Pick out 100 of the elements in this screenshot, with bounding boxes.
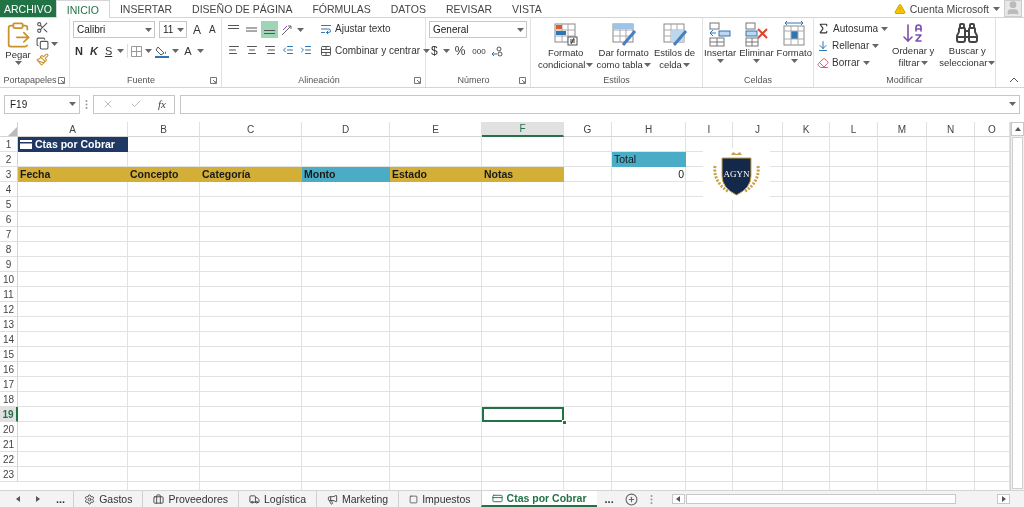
dialog-launcher-icon[interactable] (519, 77, 526, 84)
column-header[interactable]: E (390, 122, 482, 137)
paint-bucket-icon[interactable] (155, 44, 170, 58)
caret-icon (993, 6, 1000, 11)
row-header[interactable]: 14 (0, 332, 18, 347)
column-header[interactable]: C (200, 122, 302, 137)
tab-label[interactable]: Logística (264, 493, 306, 505)
shrink-font-button[interactable]: A (207, 24, 218, 35)
number-format-select[interactable]: General (429, 21, 527, 38)
column-header[interactable]: O (975, 122, 1010, 137)
column-header[interactable]: M (878, 122, 927, 137)
editing-button[interactable]: Rellenar (817, 38, 889, 53)
collapse-ribbon-icon[interactable] (1010, 77, 1018, 82)
ribbon-button[interactable]: Formato condicional (536, 21, 595, 71)
merge-center-button[interactable]: Combinar y centrar (320, 43, 431, 58)
column-header[interactable]: L (830, 122, 878, 137)
row-header[interactable]: 13 (0, 317, 18, 332)
sheet-tab[interactable]: Marketing (316, 491, 399, 507)
more-sheets[interactable]: ... (48, 491, 74, 507)
currency-button[interactable]: $ (429, 44, 440, 58)
column-header[interactable]: G (564, 122, 612, 137)
right-arrow-icon[interactable] (35, 496, 41, 502)
row-header[interactable]: 17 (0, 377, 18, 392)
borders-icon[interactable] (131, 45, 143, 57)
vertical-align-button[interactable] (261, 21, 278, 38)
row-header[interactable]: 18 (0, 392, 18, 407)
selected-cell[interactable] (482, 407, 564, 422)
left-arrow-icon[interactable] (675, 496, 682, 502)
tab-label[interactable]: Marketing (342, 493, 389, 505)
scissors-icon[interactable] (36, 21, 49, 34)
underline-button[interactable]: S (102, 45, 115, 57)
column-header[interactable]: J (733, 122, 783, 137)
ribbon-button[interactable]: Dar formato como tabla (595, 21, 652, 71)
format-cells-icon (781, 21, 808, 47)
scroll-thumb[interactable] (685, 494, 956, 504)
scroll-left-button[interactable] (671, 494, 685, 504)
cell-brush-icon (661, 21, 688, 47)
name-box[interactable]: F19 (4, 94, 80, 114)
add-sheet-icon[interactable] (625, 492, 639, 506)
menu-tab[interactable]: INICIO (55, 0, 110, 18)
row-header[interactable]: 16 (0, 362, 18, 377)
ribbon-button[interactable]: Ordenar y filtrar (891, 21, 936, 69)
scroll-up-button[interactable] (1011, 122, 1024, 136)
sheet-tab[interactable]: Impuestos (398, 491, 481, 507)
row-header[interactable]: 23 (0, 467, 18, 482)
tab-label[interactable]: Impuestos (422, 493, 471, 505)
dialog-launcher-icon[interactable] (58, 77, 65, 84)
menu-tab[interactable]: ARCHIVO (0, 0, 56, 17)
editing-button[interactable]: Autosuma (817, 21, 889, 36)
row-header[interactable]: 10 (0, 272, 18, 287)
italic-button[interactable]: K (87, 45, 100, 57)
grow-font-button[interactable]: A (191, 22, 203, 37)
column-header[interactable]: D (302, 122, 390, 137)
decimal-increase-icon[interactable] (490, 45, 503, 57)
font-select[interactable]: Calibri (73, 21, 155, 38)
column-header[interactable]: B (128, 122, 200, 137)
scroll-thumb[interactable] (1012, 137, 1023, 489)
column-header[interactable]: F (482, 122, 564, 137)
font-tint-button[interactable]: A (182, 45, 194, 57)
row-header[interactable]: 22 (0, 452, 18, 467)
column-header[interactable]: I (686, 122, 733, 137)
sheet-tab[interactable]: Logística (238, 491, 316, 507)
ribbon-button[interactable]: Estilos de celda (652, 21, 697, 71)
tab-label[interactable]: Proveedores (168, 493, 228, 505)
percent-button[interactable]: % (452, 44, 468, 58)
size-select[interactable]: 11 (159, 21, 187, 38)
fill-handle[interactable] (562, 420, 567, 425)
ribbon-button[interactable]: Formato (775, 21, 813, 63)
sheet-tab[interactable]: Gastos (73, 491, 143, 507)
row-header[interactable]: 20 (0, 422, 18, 437)
row-header[interactable]: 19 (0, 407, 18, 422)
bold-button[interactable]: N (73, 45, 85, 57)
insert-function-button[interactable]: fx (158, 98, 166, 110)
up-arrow-icon[interactable] (1014, 126, 1021, 132)
dialog-launcher-icon[interactable] (414, 77, 421, 84)
sheet-tab[interactable]: Ctas por Cobrar (480, 491, 597, 507)
ribbon-button[interactable]: Buscar y seleccionar (938, 21, 997, 69)
column-header[interactable]: A (18, 122, 128, 137)
row-header[interactable]: 15 (0, 347, 18, 362)
tab-label[interactable]: Gastos (99, 493, 133, 505)
sheet-tab[interactable]: Proveedores (142, 491, 238, 507)
left-arrow-icon[interactable] (15, 496, 21, 502)
thousands-button[interactable]: 000 (470, 46, 488, 56)
ribbon-button[interactable]: Insertar (703, 21, 738, 63)
copy-icon[interactable] (36, 37, 49, 50)
caret-icon (51, 41, 58, 46)
account-name[interactable]: Cuenta Microsoft (909, 2, 989, 15)
row-header[interactable]: 21 (0, 437, 18, 452)
ribbon-button[interactable]: Eliminar (738, 21, 775, 63)
formula-input[interactable] (180, 94, 1020, 114)
paste-button[interactable]: Pegar (3, 21, 33, 65)
column-header[interactable]: N (927, 122, 975, 137)
dialog-launcher-icon[interactable] (210, 77, 217, 84)
tab-label[interactable]: Ctas por Cobrar (506, 492, 587, 504)
column-header[interactable]: H (612, 122, 686, 137)
wrap-text-button[interactable]: Ajustar texto (320, 21, 431, 36)
more-sheets[interactable]: ... (596, 491, 622, 507)
row-header[interactable]: 12 (0, 302, 18, 317)
editing-button[interactable]: Borrar (817, 55, 889, 70)
column-header[interactable]: K (783, 122, 830, 137)
